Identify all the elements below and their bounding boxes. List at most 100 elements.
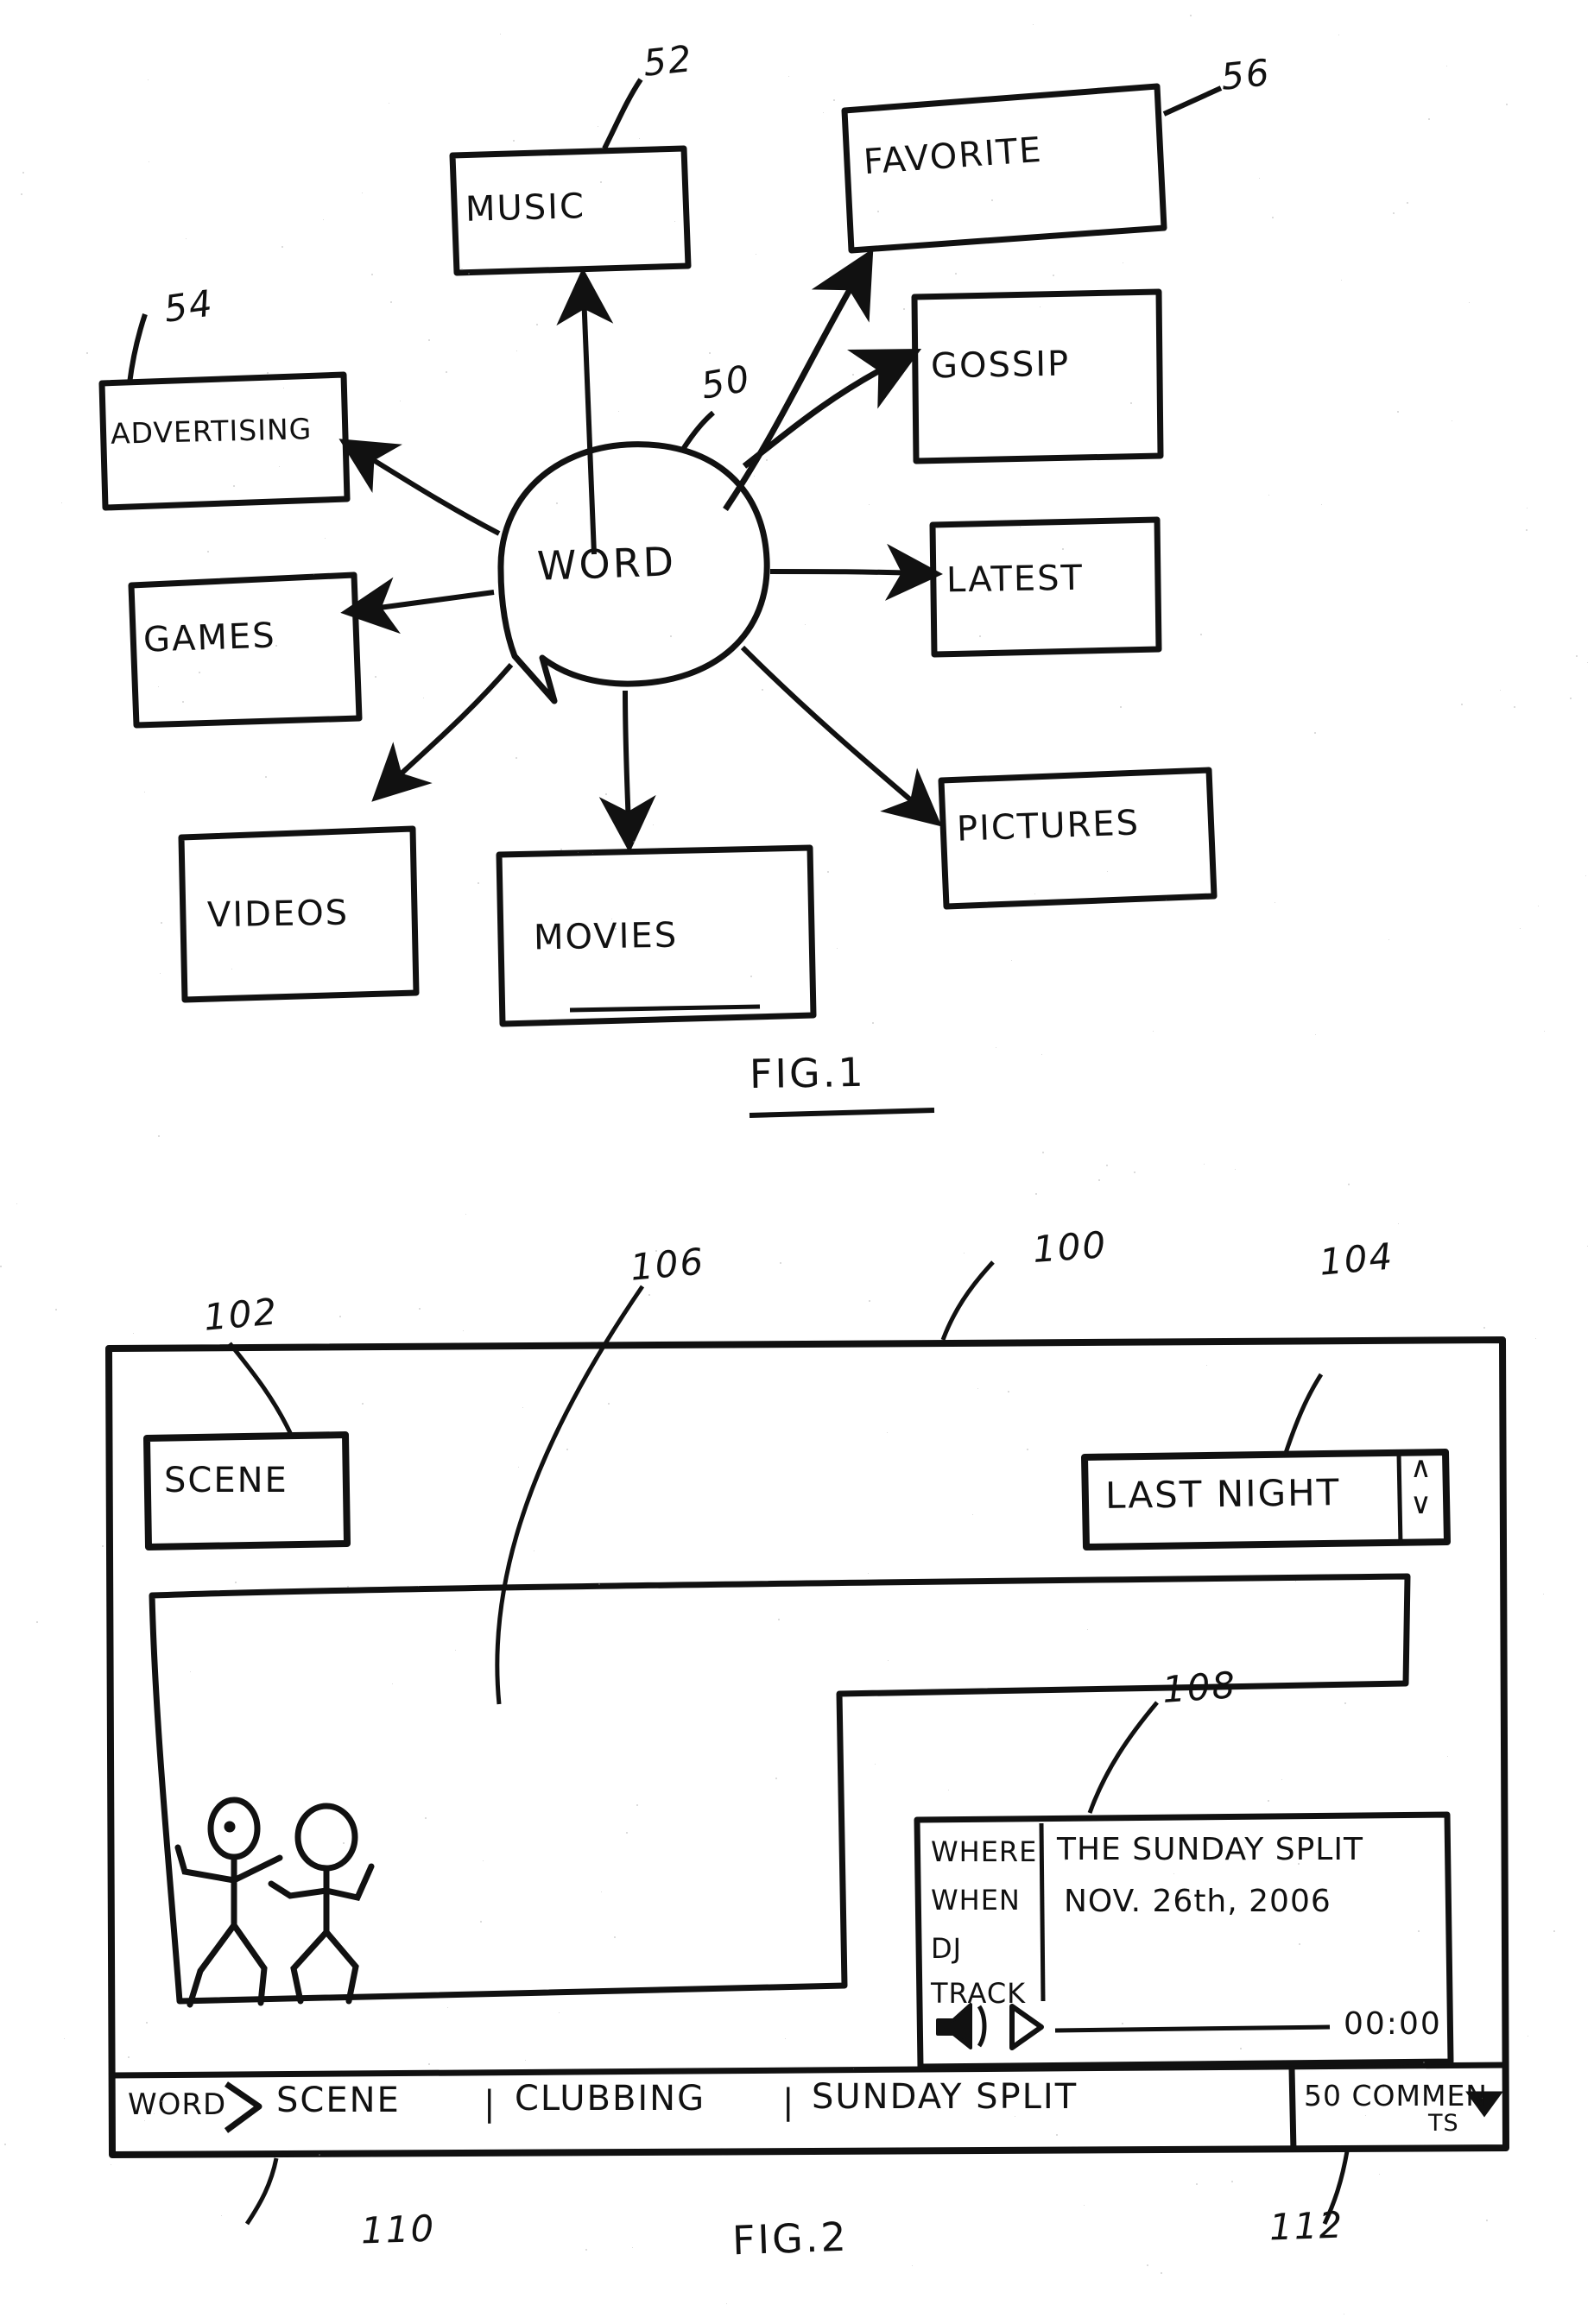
paper-speck — [633, 841, 635, 843]
paper-speck — [1321, 504, 1322, 505]
paper-speck — [775, 1778, 777, 1779]
paper-speck — [1147, 2264, 1148, 2266]
paper-speck — [465, 1214, 466, 1215]
player-time: 00:00 — [1344, 2006, 1442, 2042]
paper-speck — [638, 571, 640, 572]
paper-speck — [1388, 939, 1389, 940]
selector-up-icon[interactable]: ∧ — [1410, 1453, 1432, 1482]
stage-outline — [149, 1573, 1411, 2005]
info-label-where: WHERE — [931, 1835, 1038, 1868]
paper-speck — [144, 2120, 145, 2121]
paper-speck — [371, 274, 373, 275]
breadcrumb-item-scene[interactable]: SCENE — [276, 2081, 401, 2120]
paper-speck — [483, 1860, 484, 1861]
paper-speck — [148, 79, 149, 80]
paper-speck — [1428, 118, 1430, 120]
figure-1-drawing — [98, 78, 1509, 2226]
paper-speck — [1587, 662, 1588, 663]
paper-speck — [805, 624, 806, 625]
ref-number-54: 54 — [161, 281, 217, 331]
selector-down-icon[interactable]: ∨ — [1410, 1489, 1432, 1519]
paper-speck — [632, 2247, 633, 2248]
paper-speck — [144, 792, 145, 793]
breadcrumb-item-sunday-split[interactable]: SUNDAY SPLIT — [812, 2077, 1078, 2117]
paper-speck — [1065, 1859, 1066, 1860]
breadcrumb-root[interactable]: WORD — [128, 2087, 226, 2122]
paper-speck — [1298, 1863, 1300, 1865]
figure-1-caption: FIG.1 — [749, 1048, 867, 1098]
breadcrumb-item-clubbing[interactable]: CLUBBING — [515, 2079, 705, 2119]
paper-speck — [1576, 655, 1578, 657]
paper-speck — [1535, 1338, 1536, 1339]
paper-speck — [199, 672, 200, 673]
paper-speck — [1344, 1702, 1346, 1704]
paper-speck — [601, 1891, 602, 1892]
paper-speck — [618, 411, 619, 412]
paper-speck — [182, 701, 184, 703]
node-label-advertising: ADVERTISING — [110, 412, 313, 451]
paper-speck — [1514, 706, 1515, 708]
selector-value[interactable]: LAST NIGHT — [1105, 1471, 1341, 1517]
dancer-left-icon — [174, 1797, 283, 2008]
paper-speck — [281, 246, 283, 248]
paper-speck — [1379, 2174, 1380, 2175]
paper-speck — [1053, 275, 1054, 276]
paper-speck — [626, 1832, 628, 1834]
paper-speck — [803, 1080, 804, 1081]
paper-speck — [428, 339, 430, 341]
paper-speck — [1407, 202, 1408, 204]
paper-speck — [1393, 212, 1395, 214]
leader-102 — [228, 1342, 294, 1438]
info-value-where: THE SUNDAY SPLIT — [1057, 1832, 1363, 1867]
ref-number-50: 50 — [698, 357, 755, 407]
leader-56 — [1162, 85, 1223, 117]
paper-speck — [852, 374, 854, 376]
info-label-track: TRACK — [931, 1977, 1027, 2010]
paper-speck — [516, 757, 517, 759]
node-label-latest: LATEST — [946, 558, 1085, 601]
paper-speck — [1348, 1184, 1350, 1185]
paper-speck — [0, 1266, 2, 1267]
info-value-when: NOV. 26th, 2006 — [1064, 1884, 1331, 1919]
paper-speck — [1062, 548, 1064, 550]
paper-speck — [319, 2154, 320, 2156]
figure-2-caption: FIG.2 — [731, 2213, 850, 2264]
scene-button-label[interactable]: SCENE — [164, 1461, 288, 1500]
paper-speck — [887, 1432, 888, 1433]
paper-speck — [1173, 1873, 1174, 1874]
paper-speck — [1570, 698, 1572, 699]
speaker-icon[interactable] — [936, 2003, 987, 2049]
info-label-when: WHEN — [931, 1884, 1021, 1917]
comments-label-line1[interactable]: 50 COMMEN — [1304, 2079, 1488, 2112]
dancer-right-icon — [268, 1803, 375, 2005]
paper-speck — [146, 2022, 148, 2024]
paper-speck — [478, 882, 479, 884]
paper-speck — [875, 1764, 876, 1765]
paper-speck — [86, 352, 88, 354]
arrow-games — [340, 577, 495, 635]
word-bubble-label: WORD — [536, 538, 677, 590]
paper-speck — [1398, 1223, 1399, 1224]
paper-speck — [1520, 928, 1521, 929]
paper-speck — [64, 2038, 65, 2039]
paper-speck — [912, 2265, 913, 2266]
paper-speck — [158, 1135, 160, 1137]
paper-speck — [991, 199, 993, 201]
paper-speck — [1281, 1779, 1282, 1780]
arrow-movies — [598, 690, 656, 853]
paper-speck — [1196, 2183, 1198, 2185]
comments-label-line2[interactable]: TS — [1428, 2110, 1459, 2137]
paper-speck — [1035, 1193, 1037, 1195]
paper-speck — [560, 849, 562, 850]
paper-speck — [1120, 706, 1122, 708]
paper-speck — [1259, 178, 1260, 179]
paper-speck — [872, 1022, 874, 1024]
paper-speck — [556, 502, 558, 504]
paper-speck — [1087, 1629, 1088, 1630]
play-icon[interactable] — [1009, 2004, 1044, 2050]
paper-speck — [780, 1262, 781, 1264]
paper-speck — [1447, 1756, 1448, 1757]
paper-speck — [1314, 732, 1316, 734]
arrow-advertising — [338, 439, 501, 536]
paper-speck — [390, 301, 392, 303]
